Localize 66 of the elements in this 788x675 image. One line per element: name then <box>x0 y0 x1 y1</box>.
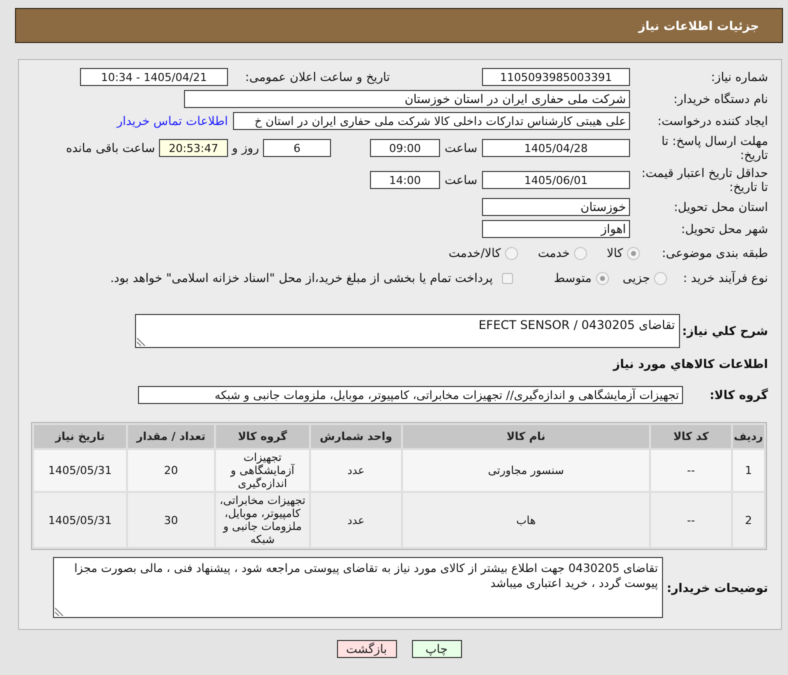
page-title: جزئیات اطلاعات نیاز <box>638 18 759 32</box>
field-label: حداقل تاریخ اعتبار قیمت: تا تاریخ: <box>641 166 768 194</box>
radio-label: جزیی <box>622 271 650 285</box>
column-header: گروه کالا <box>216 425 309 448</box>
column-header: کد کالا <box>651 425 731 448</box>
column-header: نام کالا <box>403 425 649 448</box>
validity-date-field[interactable]: 1405/06/01 <box>482 171 630 189</box>
table-cell: 1405/05/31 <box>34 450 126 491</box>
deadline-time-field[interactable]: 09:00 <box>370 139 440 157</box>
announcement-date-field[interactable]: 1405/04/21 - 10:34 <box>80 68 228 86</box>
checkbox-label: پرداخت تمام یا بخشی از مبلغ خرید،از محل "اسناد خزانه اسلامی" خواهد بود. <box>110 271 493 285</box>
table-cell: سنسور مجاورتی <box>403 450 649 491</box>
column-header: واحد شمارش <box>311 425 401 448</box>
table-cell: 1 <box>733 450 764 491</box>
province-field[interactable]: خوزستان <box>482 198 630 216</box>
requester-field[interactable]: علی هیبتی کارشناس تدارکات داخلی کالا شرکت ملی حفاری ایران در استان خ <box>233 112 630 130</box>
goods-group-field[interactable]: تجهیزات آزمایشگاهی و اندازه‌گیری// تجهیزات مخابراتی، کامپیوتر، موبایل، ملزومات جانبی و شبکه <box>138 386 683 404</box>
table-cell: -- <box>651 450 731 491</box>
table-cell: تجهیزات مخابراتی، کامپیوتر، موبایل، ملزومات جانبی و شبکه <box>216 493 309 547</box>
resize-grip-icon <box>55 607 64 616</box>
description-field[interactable]: تقاضای 0430205 / EFECT SENSOR <box>135 314 680 348</box>
buyer-notes-field[interactable]: تقاضای 0430205 جهت اطلاع بیشتر از کالای مورد نیاز به تقاضای پیوستی مراجعه شود ، پیشنهاد فنی ، مالی بصورت مجزا پیوست گردد ، خرید اعتباری میباشد <box>53 557 663 618</box>
field-label: گروه کالا: <box>710 388 768 402</box>
days-field[interactable]: 6 <box>263 139 331 157</box>
validity-time-field[interactable]: 14:00 <box>370 171 440 189</box>
table-cell: 1405/05/31 <box>34 493 126 547</box>
table-cell: 2 <box>733 493 764 547</box>
radio-label: متوسط <box>554 271 592 285</box>
remaining-label: ساعت باقی مانده <box>66 141 155 155</box>
field-label: استان محل تحویل: <box>674 200 768 214</box>
field-label: نام دستگاه خریدار: <box>674 92 768 106</box>
field-label: شهر محل تحویل: <box>681 222 768 236</box>
time-label: ساعت <box>444 173 478 187</box>
deadline-date-field[interactable]: 1405/04/28 <box>482 139 630 157</box>
time-label: ساعت <box>444 141 478 155</box>
radio-label: خدمت <box>538 246 570 260</box>
back-button[interactable]: بازگشت <box>336 640 396 658</box>
section-heading: اطلاعات كالاهاي مورد نياز <box>613 357 768 371</box>
table-cell: عدد <box>311 493 401 547</box>
field-label: مهلت ارسال پاسخ: تا تاریخ: <box>661 134 768 162</box>
table-cell: 20 <box>128 450 214 491</box>
radio-label: کالا <box>606 246 623 260</box>
city-field[interactable]: اهواز <box>482 220 630 238</box>
field-label: شماره نیاز: <box>711 70 768 84</box>
buyer-contact-link[interactable]: اطلاعات تماس خریدار <box>116 114 228 128</box>
field-label: شرح کلي نياز: <box>682 324 768 338</box>
buyer-org-field[interactable]: شرکت ملی حفاری ایران در استان خوزستان <box>184 90 630 108</box>
table-cell: -- <box>651 493 731 547</box>
resize-grip-icon <box>137 337 146 346</box>
field-label: طبقه بندی موضوعی: <box>662 246 768 260</box>
need-number-field[interactable]: 1105093985003391 <box>482 68 630 86</box>
column-header: تاریخ نیاز <box>34 425 126 448</box>
field-label: توضیحات خریدار: <box>666 580 768 594</box>
column-header: تعداد / مقدار <box>128 425 214 448</box>
table-cell: عدد <box>311 450 401 491</box>
days-label: روز و <box>232 141 259 155</box>
table-cell: هاب <box>403 493 649 547</box>
field-label: ایجاد کننده درخواست: <box>657 114 768 128</box>
radio-label: کالا/خدمت <box>448 246 501 260</box>
table-cell: تجهیزات آزمایشگاهی و اندازه‌گیری <box>216 450 309 491</box>
field-label: تاریخ و ساعت اعلان عمومی: <box>245 70 390 84</box>
field-label: نوع فرآیند خرید : <box>683 271 768 285</box>
table-cell: 30 <box>128 493 214 547</box>
remaining-time-field[interactable]: 20:53:47 <box>159 139 228 157</box>
print-button[interactable]: چاپ <box>412 640 462 658</box>
column-header: ردیف <box>733 425 764 448</box>
